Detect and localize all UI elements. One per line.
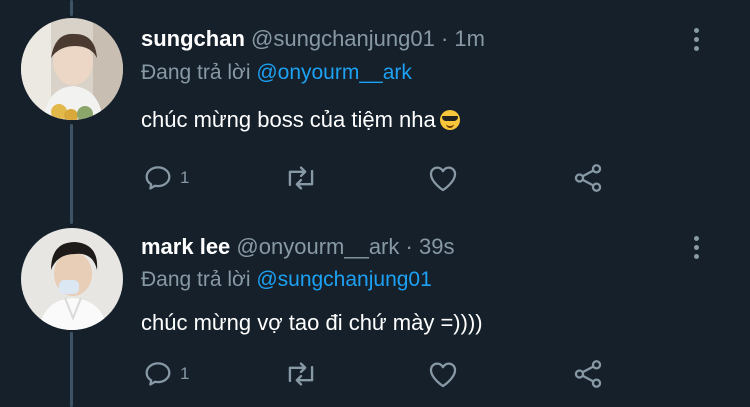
reply-icon <box>145 166 171 190</box>
replying-to: Đang trả lời @onyourm__ark <box>141 61 412 85</box>
like-button[interactable] <box>426 160 460 196</box>
display-name[interactable]: mark lee <box>141 234 230 259</box>
sunglasses-emoji-icon <box>439 110 460 130</box>
tweet-text-content: chúc mừng boss của tiệm nha <box>141 107 436 132</box>
tweet-text-content: chúc mừng vợ tao đi chứ mày =)))) <box>141 310 483 335</box>
reply-button[interactable]: 1 <box>141 356 189 392</box>
avatar[interactable] <box>21 228 123 330</box>
avatar-image <box>21 228 123 330</box>
avatar[interactable] <box>21 18 123 120</box>
user-handle[interactable]: @sungchanjung01 <box>251 26 435 51</box>
timestamp[interactable]: 39s <box>419 234 454 259</box>
user-handle[interactable]: @onyourm__ark <box>236 234 399 259</box>
retweet-button[interactable] <box>283 356 319 392</box>
reply-count: 1 <box>180 364 190 383</box>
tweet-2[interactable]: mark lee @onyourm__ark · 39s Đang trả lờ… <box>0 210 750 407</box>
replying-to-label: Đang trả lời <box>141 61 251 84</box>
avatar-image <box>21 18 123 120</box>
reply-button[interactable]: 1 <box>141 160 189 196</box>
tweet-1[interactable]: sungchan @sungchanjung01 · 1m Đang trả l… <box>0 0 750 210</box>
tweet-text: chúc mừng vợ tao đi chứ mày =)))) <box>141 310 483 336</box>
share-button[interactable] <box>571 160 605 196</box>
retweet-button[interactable] <box>283 160 319 196</box>
share-button[interactable] <box>571 356 605 392</box>
display-name[interactable]: sungchan <box>141 26 245 51</box>
tweet-actions: 1 <box>141 160 621 196</box>
replying-to: Đang trả lời @sungchanjung01 <box>141 268 432 292</box>
share-icon <box>574 360 602 388</box>
tweet-actions: 1 <box>141 356 621 392</box>
like-icon <box>429 362 457 388</box>
more-icon[interactable] <box>688 28 704 55</box>
separator: · <box>440 26 449 51</box>
timestamp[interactable]: 1m <box>454 26 485 51</box>
reply-icon <box>145 362 171 386</box>
like-button[interactable] <box>426 356 460 392</box>
separator: · <box>405 234 413 259</box>
share-icon <box>574 164 602 192</box>
retweet-icon <box>288 362 314 386</box>
more-icon[interactable] <box>688 236 704 263</box>
reply-count: 1 <box>180 168 190 187</box>
replying-to-label: Đang trả lời <box>141 268 251 291</box>
mention-link[interactable]: @onyourm__ark <box>256 61 412 84</box>
like-icon <box>429 166 457 192</box>
retweet-icon <box>288 166 314 190</box>
mention-link[interactable]: @sungchanjung01 <box>256 268 431 291</box>
tweet-header: mark lee @onyourm__ark · 39s <box>141 234 454 260</box>
tweet-header: sungchan @sungchanjung01 · 1m <box>141 26 485 52</box>
tweet-text: chúc mừng boss của tiệm nha <box>141 107 460 133</box>
